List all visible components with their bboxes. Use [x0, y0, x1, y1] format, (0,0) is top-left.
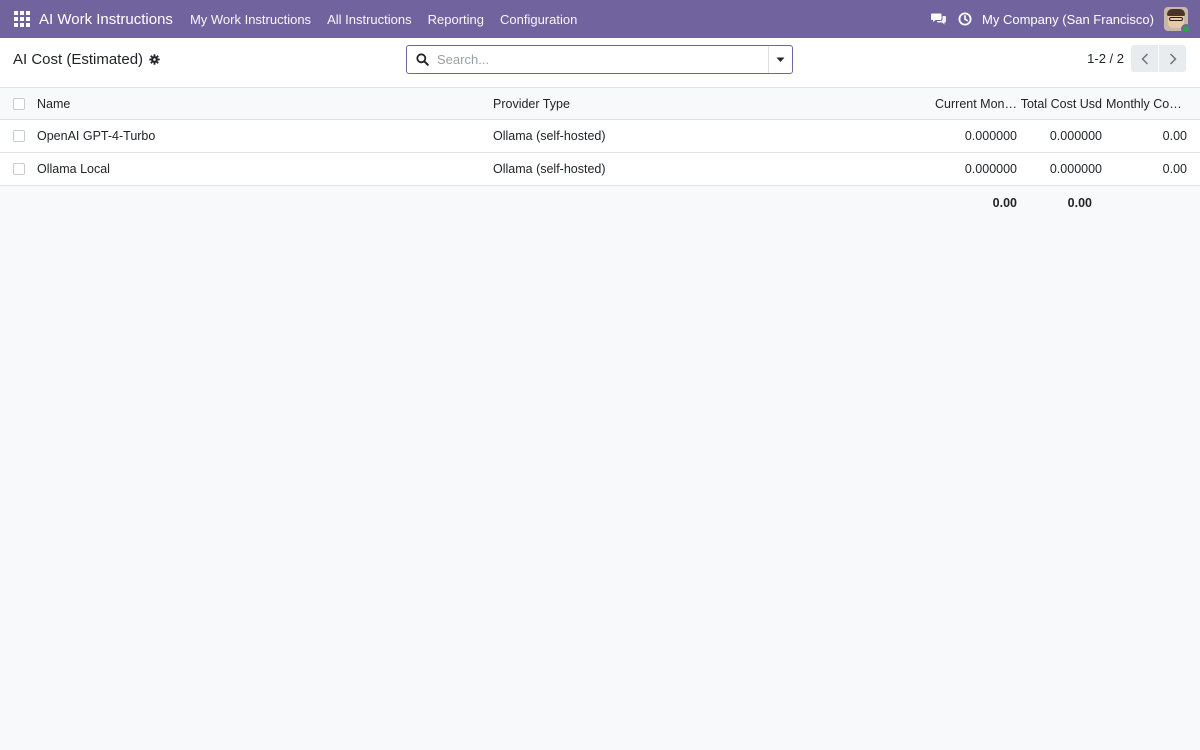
total-total-cost: 0.00 — [1067, 195, 1092, 210]
column-header-name[interactable]: Name — [37, 88, 477, 119]
column-header-total-cost[interactable]: Total Cost Usd — [1021, 88, 1102, 119]
total-current-month: 0.00 — [992, 195, 1017, 210]
caret-down-icon — [776, 57, 785, 62]
cell-monthly-cost: 0.00 — [1162, 162, 1187, 176]
cell-current-month: 0.000000 — [964, 129, 1017, 143]
search-input[interactable] — [437, 46, 768, 73]
column-header-provider-type[interactable]: Provider Type — [493, 88, 873, 119]
cell-monthly-cost: 0.00 — [1162, 129, 1187, 143]
cell-provider-type: Ollama (self-hosted) — [493, 162, 606, 176]
apps-menu-button[interactable] — [0, 0, 44, 38]
table-row[interactable]: Ollama Local Ollama (self-hosted) 0.0000… — [0, 153, 1200, 186]
navbar-systray: My Company (San Francisco) — [926, 0, 1200, 38]
app-name[interactable]: AI Work Instructions — [39, 11, 173, 28]
search-bar — [406, 45, 793, 74]
apps-grid-icon — [14, 11, 30, 27]
page-title: AI Cost (Estimated) — [13, 51, 144, 68]
menu-reporting[interactable]: Reporting — [428, 12, 484, 27]
table-header: Name Provider Type Current Mon… Total Co… — [0, 88, 1200, 120]
search-icon — [407, 46, 437, 73]
menu-configuration[interactable]: Configuration — [500, 12, 577, 27]
column-header-monthly-cost[interactable]: Monthly Cos… — [1106, 88, 1187, 119]
search-options-toggle[interactable] — [768, 46, 792, 73]
company-switcher[interactable]: My Company (San Francisco) — [982, 12, 1154, 27]
menu-all-instructions[interactable]: All Instructions — [327, 12, 412, 27]
cell-name: OpenAI GPT-4-Turbo — [37, 129, 156, 143]
top-navbar: AI Work Instructions My Work Instruction… — [0, 0, 1200, 38]
list-view: Name Provider Type Current Mon… Total Co… — [0, 88, 1200, 219]
table-footer-totals: 0.00 0.00 — [0, 186, 1200, 219]
pager-previous-button[interactable] — [1131, 45, 1158, 72]
select-all-checkbox[interactable] — [13, 98, 25, 110]
pager-next-button[interactable] — [1159, 45, 1186, 72]
chat-icon[interactable] — [926, 0, 952, 38]
cell-current-month: 0.000000 — [964, 162, 1017, 176]
online-status-badge — [1181, 24, 1191, 34]
clock-icon[interactable] — [952, 0, 978, 38]
row-checkbox[interactable] — [13, 130, 25, 142]
cell-provider-type: Ollama (self-hosted) — [493, 129, 606, 143]
chevron-left-icon — [1140, 52, 1148, 65]
column-header-current-month[interactable]: Current Mon… — [930, 88, 1017, 119]
table-row[interactable]: OpenAI GPT-4-Turbo Ollama (self-hosted) … — [0, 120, 1200, 153]
control-panel: AI Cost (Estimated) Search... 1-2 / 2 — [0, 38, 1200, 88]
pager-value[interactable]: 1-2 / 2 — [1087, 51, 1124, 66]
chevron-right-icon — [1169, 52, 1177, 65]
gear-icon[interactable] — [149, 54, 160, 65]
user-avatar[interactable] — [1164, 7, 1191, 34]
row-checkbox[interactable] — [13, 163, 25, 175]
cell-total-cost: 0.000000 — [1049, 162, 1102, 176]
menu-my-work-instructions[interactable]: My Work Instructions — [190, 12, 311, 27]
cell-name: Ollama Local — [37, 162, 110, 176]
breadcrumb: AI Cost (Estimated) — [13, 51, 160, 68]
pager: 1-2 / 2 — [1087, 45, 1186, 72]
cell-total-cost: 0.000000 — [1049, 129, 1102, 143]
